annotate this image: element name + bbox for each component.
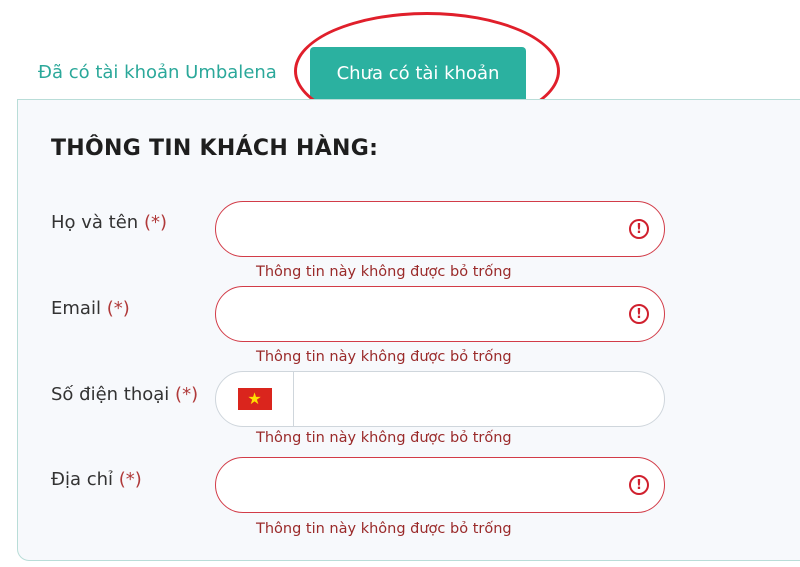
alert-circle-icon: !	[629, 475, 649, 495]
full-name-error: Thông tin này không được bỏ trống	[256, 264, 512, 280]
full-name-label: Họ và tên (*)	[51, 212, 167, 233]
required-mark: (*)	[106, 298, 130, 319]
section-title: THÔNG TIN KHÁCH HÀNG:	[51, 136, 379, 161]
customer-info-form-page: Đã có tài khoản Umbalena Chưa có tài kho…	[0, 0, 800, 567]
required-mark: (*)	[175, 384, 199, 405]
phone-error: Thông tin này không được bỏ trống	[256, 430, 512, 446]
country-code-selector[interactable]: ★	[216, 372, 294, 426]
phone-label: Số điện thoại (*)	[51, 384, 199, 405]
full-name-input[interactable]: !	[215, 201, 665, 257]
vietnam-flag-icon: ★	[237, 388, 272, 410]
email-label: Email (*)	[51, 298, 130, 319]
tab-no-account[interactable]: Chưa có tài khoản	[310, 47, 526, 100]
tab-existing-account[interactable]: Đã có tài khoản Umbalena	[38, 62, 277, 83]
alert-circle-icon: !	[629, 219, 649, 239]
required-mark: (*)	[118, 469, 142, 490]
tab-no-account-label: Chưa có tài khoản	[336, 63, 500, 84]
alert-circle-icon: !	[629, 304, 649, 324]
address-input[interactable]: !	[215, 457, 665, 513]
email-error: Thông tin này không được bỏ trống	[256, 349, 512, 365]
address-error: Thông tin này không được bỏ trống	[256, 521, 512, 537]
email-input[interactable]: !	[215, 286, 665, 342]
phone-input[interactable]: ★	[215, 371, 665, 427]
required-mark: (*)	[143, 212, 167, 233]
address-label: Địa chỉ (*)	[51, 469, 142, 490]
